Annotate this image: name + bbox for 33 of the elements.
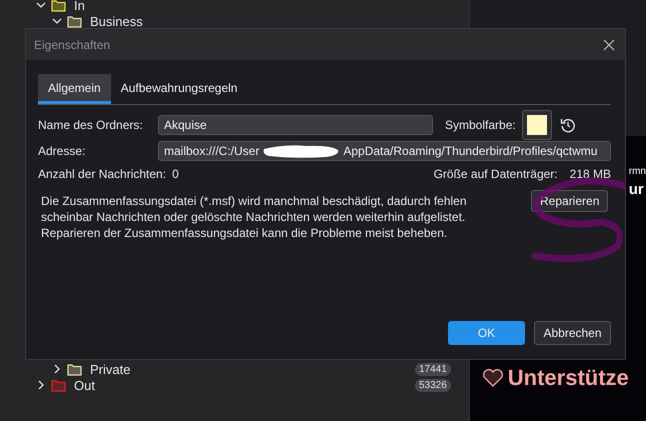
repair-description: Die Zusammenfassungsdatei (*.msf) wird manchmal beschädigt, dadurch fehlen scheinbar Nachrichten oder gelöschte Nachrichten werden weiterhin aufgelistet. Reparieren der Zusammenfassungsdatei kann die Probleme meist beheben. <box>41 193 468 241</box>
count-value: 0 <box>172 167 179 181</box>
folder-name[interactable]: Out <box>74 378 95 392</box>
dialog-title: Eigenschaften <box>34 38 110 52</box>
message-count: 17441 <box>414 362 451 376</box>
field-label: Adresse: <box>38 144 86 158</box>
heading-text: ur <box>628 181 645 198</box>
tab[interactable]: Aufbewahrungsregeln <box>110 74 248 104</box>
reset-icon[interactable] <box>560 117 576 133</box>
folder-name[interactable]: In <box>74 0 85 12</box>
chevron-icon[interactable] <box>52 16 62 26</box>
close-icon[interactable] <box>603 38 615 50</box>
folder-name[interactable]: Business <box>90 14 143 28</box>
count-label: Anzahl der Nachrichten: <box>38 167 166 181</box>
cancel-button[interactable]: Abbrechen <box>534 321 611 345</box>
message-count: 53326 <box>414 378 451 392</box>
heart-icon <box>482 368 504 388</box>
size-value: 218 MB <box>570 167 611 181</box>
address-text: AppData/Roaming/Thunderbird/Profiles/qctwmu <box>343 144 598 158</box>
address-field[interactable]: mailbox:///C:/User AppData/Roaming/Thunderbird/Profiles/qctwmu <box>158 141 611 161</box>
size-label: Größe auf Datenträger: <box>434 167 558 181</box>
color-picker[interactable] <box>522 110 552 140</box>
address-text: mailbox:///C:/User <box>164 144 260 158</box>
chevron-icon[interactable] <box>52 364 62 374</box>
chevron-icon[interactable] <box>36 380 46 390</box>
field-label: Name des Ordners: <box>38 118 144 132</box>
chevron-icon[interactable] <box>36 0 46 10</box>
tab[interactable]: Allgemein <box>38 74 111 104</box>
folder-name[interactable]: Private <box>90 362 130 376</box>
folder-name-field[interactable]: Akquise <box>158 115 433 135</box>
support-link[interactable]: Unterstütze <box>508 365 629 391</box>
heading-text: rmn <box>628 166 646 177</box>
field-label: Symbolfarbe: <box>445 118 516 132</box>
